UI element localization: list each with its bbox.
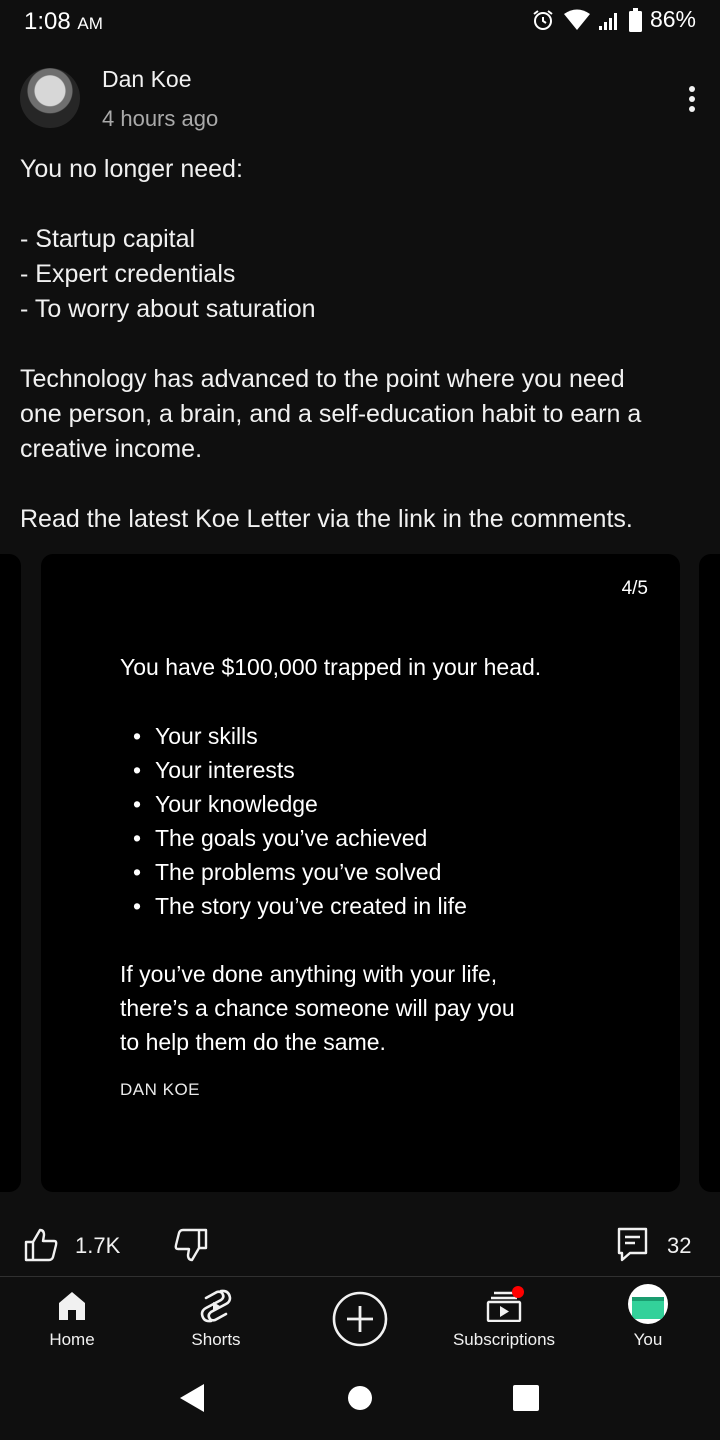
bullet-dot: •	[133, 859, 142, 885]
signal-icon	[598, 12, 617, 30]
battery-percent: 86%	[649, 6, 696, 32]
post-text-line[interactable]: Read the latest Koe Letter via the link …	[20, 505, 633, 534]
nav-shorts[interactable]: Shorts	[146, 1288, 286, 1356]
page-indicator: 4/5	[621, 578, 648, 599]
card-bullet: Your interests	[155, 757, 295, 783]
system-back-icon[interactable]	[178, 1383, 206, 1413]
nav-you-label: You	[633, 1330, 663, 1349]
card-closing-line: If you’ve done anything with your life,	[120, 961, 498, 987]
card-closing-line: to help them do the same.	[120, 1029, 386, 1055]
status-time: 1:08 AM	[24, 8, 103, 36]
comment-icon[interactable]	[616, 1226, 650, 1262]
like-icon[interactable]	[22, 1226, 60, 1264]
card-closing-line: there’s a chance someone will pay you	[120, 995, 515, 1021]
post-text-line: - Startup capital	[20, 225, 196, 253]
bullet-dot: •	[133, 825, 142, 851]
more-options-button[interactable]	[678, 82, 706, 116]
post-text-line: creative income.	[20, 435, 203, 463]
alarm-icon	[533, 9, 553, 30]
create-icon	[332, 1291, 388, 1347]
nav-home[interactable]: Home	[2, 1288, 142, 1356]
nav-subscriptions-label: Subscriptions	[452, 1330, 556, 1349]
post-text-line: - Expert credentials	[20, 260, 236, 288]
nav-create[interactable]	[330, 1290, 390, 1350]
card-bullet: Your knowledge	[155, 791, 318, 817]
battery-icon	[628, 7, 642, 32]
card-signature: DAN KOE	[120, 1080, 201, 1099]
post-text-line: Technology has advanced to the point whe…	[20, 365, 625, 393]
bullet-dot: •	[133, 893, 142, 919]
dislike-icon[interactable]	[172, 1226, 210, 1264]
you-avatar-icon	[628, 1284, 668, 1324]
wifi-icon	[563, 9, 590, 30]
author-name[interactable]: Dan Koe	[102, 66, 192, 93]
shorts-icon	[200, 1289, 232, 1323]
comment-count: 32	[667, 1233, 692, 1258]
post-time: 4 hours ago	[102, 106, 219, 131]
carousel-next-card[interactable]	[699, 554, 720, 1192]
nav-home-label: Home	[49, 1330, 95, 1349]
bullet-dot: •	[133, 791, 142, 817]
post-text-line: - To worry about saturation	[20, 295, 316, 323]
bullet-dot: •	[133, 757, 142, 783]
carousel-prev-card[interactable]	[0, 554, 21, 1192]
system-recents-icon[interactable]	[513, 1385, 539, 1411]
card-bullet: The story you’ve created in life	[155, 893, 467, 919]
more-vert-icon	[689, 86, 695, 92]
status-icons: 86%	[531, 6, 696, 33]
status-time-ampm: AM	[77, 14, 103, 33]
card-bullet: The goals you’ve achieved	[155, 825, 428, 851]
notification-dot	[512, 1286, 524, 1298]
nav-shorts-label: Shorts	[191, 1330, 241, 1349]
more-vert-icon	[689, 96, 695, 102]
bottom-nav-divider	[0, 1276, 720, 1277]
card-bullet: The problems you’ve solved	[155, 859, 442, 885]
home-icon	[59, 1292, 85, 1320]
author-avatar[interactable]	[20, 68, 80, 128]
status-time-value: 1:08	[24, 8, 71, 35]
more-vert-icon	[689, 106, 695, 112]
system-home-icon[interactable]	[348, 1386, 372, 1410]
card-bullet: Your skills	[155, 723, 258, 749]
post-text-line: You no longer need:	[20, 155, 243, 183]
nav-subscriptions[interactable]: Subscriptions	[434, 1288, 574, 1356]
like-count: 1.7K	[75, 1233, 121, 1258]
card-headline: You have $100,000 trapped in your head.	[120, 654, 542, 680]
post-text-line: one person, a brain, and a self-educatio…	[20, 400, 642, 428]
post-image-card[interactable]: 4/5 You have $100,000 trapped in your he…	[41, 554, 680, 1192]
bullet-dot: •	[133, 723, 142, 749]
nav-you[interactable]: You	[578, 1284, 718, 1356]
